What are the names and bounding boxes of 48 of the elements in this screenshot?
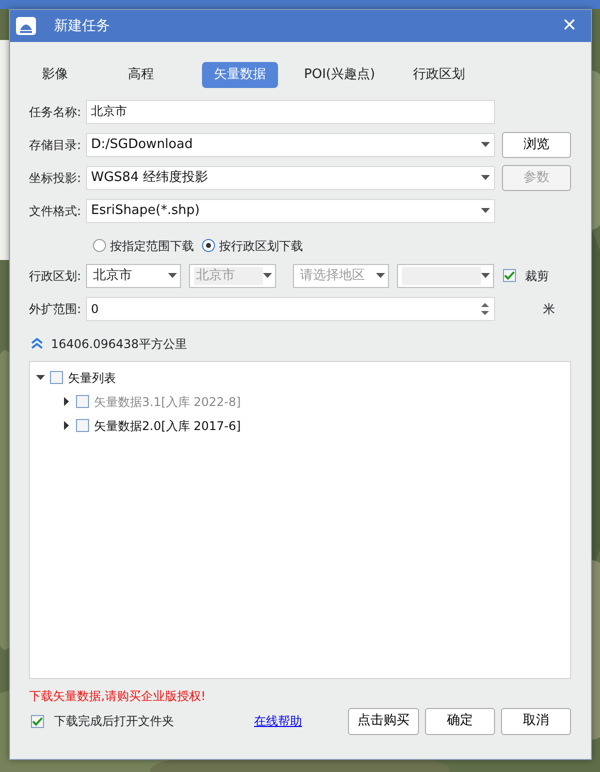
caret-icon [376, 273, 385, 278]
checkbox-label: 裁剪 [525, 268, 549, 284]
tab[interactable]: 行政区划 [401, 62, 478, 88]
button[interactable]: 确定 [425, 708, 495, 734]
checkbox-label: 下载完成后打开文件夹 [54, 713, 174, 730]
button[interactable]: 浏览 [502, 132, 571, 158]
tree-item[interactable]: 矢量数据2.0[入库 2017-6] [94, 416, 241, 434]
checkbox[interactable] [76, 419, 89, 432]
caret-icon [481, 208, 490, 213]
caret-icon [481, 175, 490, 180]
field-label: 坐标投影: [29, 170, 82, 186]
text-field[interactable]: 北京市 [86, 100, 495, 124]
radio-button[interactable] [202, 239, 215, 252]
button[interactable]: 点击购买 [348, 708, 419, 734]
tab[interactable]: POI(兴趣点) [292, 62, 388, 88]
button[interactable]: 取消 [501, 708, 571, 734]
tab[interactable]: 影像 [30, 62, 80, 88]
field-label: 文件格式: [29, 202, 82, 220]
field-label: 外扩范围: [29, 300, 82, 318]
window-title: 新建任务 [54, 16, 110, 36]
field-label: 行政区划: [29, 268, 82, 284]
caret-icon [481, 142, 490, 147]
radio-label: 按指定范围下载 [110, 238, 194, 254]
unit-label: 米 [543, 300, 555, 318]
help-link[interactable]: 在线帮助 [254, 712, 302, 730]
checkbox[interactable] [31, 714, 44, 728]
caret-icon [481, 273, 490, 278]
caret-icon [263, 273, 272, 278]
dropdown[interactable]: 北京市 [86, 264, 181, 288]
app-logo-icon [16, 17, 36, 35]
tab[interactable]: 高程 [116, 62, 166, 88]
combo-box[interactable]: WGS84 经纬度投影 [86, 166, 495, 190]
radio-button[interactable] [93, 239, 106, 252]
number-field[interactable]: 0 [86, 296, 495, 320]
close-button[interactable]: ✕ [558, 17, 581, 35]
combo-box[interactable]: EsriShape(*.shp) [86, 198, 495, 222]
tab[interactable]: 矢量数据 [202, 62, 278, 88]
field-label: 任务名称: [29, 104, 82, 120]
caret-icon [168, 273, 177, 278]
area-text: 16406.096438平方公里 [51, 336, 187, 352]
checkbox[interactable] [503, 269, 516, 282]
combo-box[interactable]: D:/SGDownload [86, 132, 495, 156]
warning-text: 下载矢量数据,请购买企业版授权! [29, 688, 207, 704]
checkbox[interactable] [50, 371, 63, 384]
radio-label: 按行政区划下载 [219, 238, 303, 254]
tree-item[interactable]: 矢量列表 [68, 368, 116, 386]
spinner-arrows-icon [481, 302, 489, 316]
field-label: 存储目录: [29, 136, 82, 154]
